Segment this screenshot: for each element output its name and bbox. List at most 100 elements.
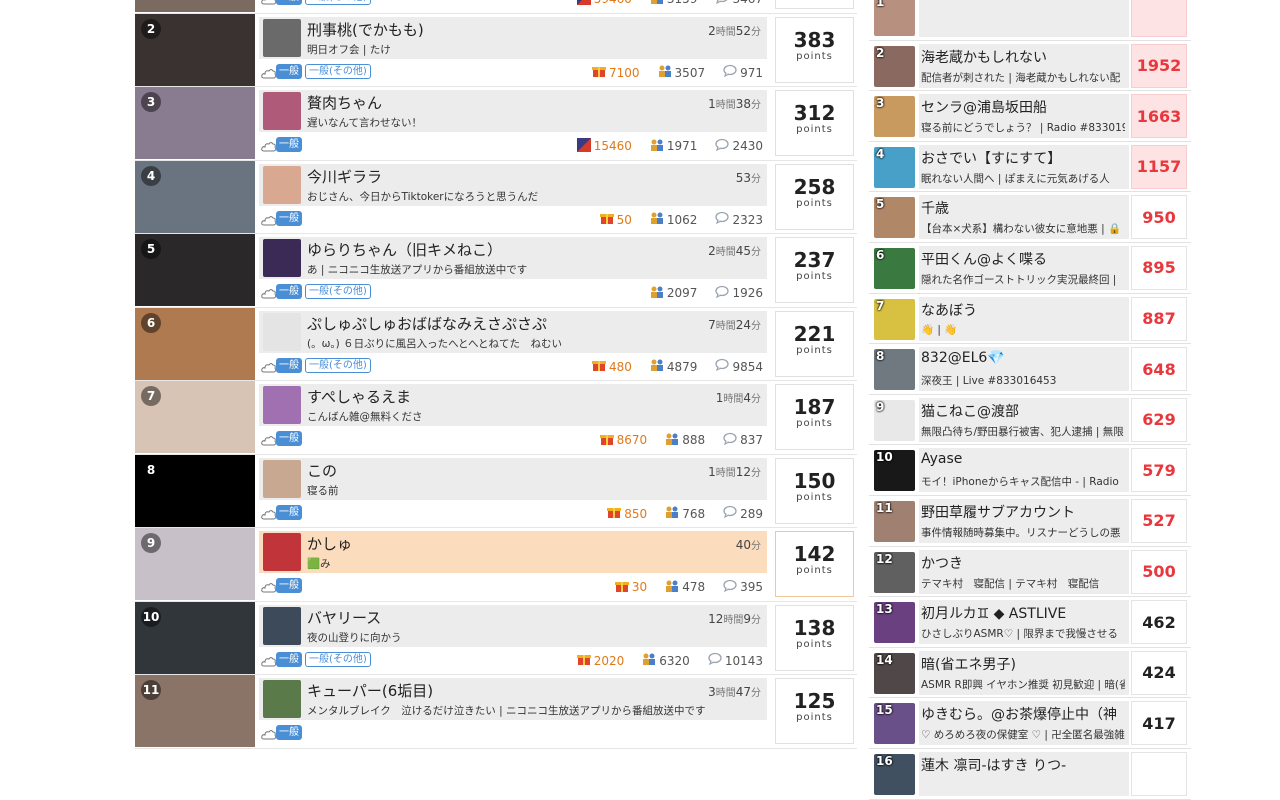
broadcaster-name[interactable]: すぺしゃるえま xyxy=(307,386,411,407)
side-broadcaster-name[interactable]: 832@EL6💎 xyxy=(921,350,1005,366)
side-ranking-row[interactable]: 9 猫こねこ@渡部 無限凸待ち/野田暴行被害、犯人逮捕 | 無限 629 xyxy=(869,395,1191,446)
broadcaster-name[interactable]: ぷしゅぷしゅおばばなみえさぷさぷ xyxy=(307,313,547,334)
broadcaster-name[interactable]: 今川ギララ xyxy=(307,166,382,187)
broadcaster-avatar[interactable] xyxy=(263,18,301,57)
stream-card[interactable]: 一般一般(その他) 59460 3159 3467 xyxy=(259,0,767,9)
category-tag-general[interactable]: 一般 xyxy=(276,504,302,520)
side-ranking-row[interactable]: 15 ゆきむら。@お茶爆停止中（神 ♡ めろめろ夜の保健室 ♡ | 卍全匿名最強雑 4… xyxy=(869,698,1191,749)
side-broadcaster-name[interactable]: 海老蔵かもしれない xyxy=(921,47,1047,67)
stream-card[interactable]: バヤリース 夜の山登りに向かう 12時間9分 一般 一般(その他) 2020 6320 101… xyxy=(259,604,767,671)
side-ranking-row[interactable]: 3 センラ@浦島坂田船 寝る前にどうでしょう？ | Radio #833019 166… xyxy=(869,91,1191,142)
side-broadcaster-name[interactable]: 野田草履サブアカウント xyxy=(921,502,1075,522)
stream-row[interactable]: 10 バヤリース 夜の山登りに向かう 12時間9分 一般 一般(その他) 2020 6320 1… xyxy=(135,601,857,675)
side-ranking-row[interactable]: 6 平田くん@よく喋る 隠れた名作ゴーストトリック実況最終回 | 895 xyxy=(869,243,1191,294)
category-tag-other[interactable]: 一般(その他) xyxy=(305,357,371,373)
stream-row[interactable]: 6 ぷしゅぷしゅおばばなみえさぷさぷ (。ω。) ６日ぶりに風呂入ったへとへとねてた… xyxy=(135,307,857,381)
side-broadcaster-name[interactable]: 暗(省エネ男子) xyxy=(921,654,1016,674)
broadcaster-name[interactable]: 刑事桃(でかもも) xyxy=(307,19,424,40)
category-tag-general[interactable]: 一般 xyxy=(276,63,302,79)
stream-thumbnail[interactable]: 10 xyxy=(135,601,255,674)
stream-row[interactable]: 3 贅肉ちゃん 遅いなんて言わせない！ 1時間38分 一般 15460 1971 2430 31… xyxy=(135,87,857,161)
stream-row[interactable]: 11 キューパー(6垢目) メンタルブレイク 泣けるだけ泣きたい | ニコニコ生放送… xyxy=(135,675,857,749)
side-broadcaster-name[interactable]: 平田くん@よく喋る xyxy=(921,249,1047,269)
side-broadcaster-name[interactable]: おさでい【すにすて】 xyxy=(921,148,1061,168)
broadcaster-avatar[interactable] xyxy=(263,459,301,498)
category-tag-general[interactable]: 一般 xyxy=(276,725,302,740)
side-ranking-row[interactable]: 7 なあぼう 👋 | 👋 887 xyxy=(869,294,1191,345)
stream-thumbnail[interactable]: 9 xyxy=(135,528,255,600)
side-ranking-row[interactable]: 5 千歳 【台本×犬系】構わない彼女に意地悪 | 🔒 950 xyxy=(869,192,1191,243)
broadcaster-avatar[interactable] xyxy=(263,680,301,718)
side-ranking-row[interactable]: 14 暗(省エネ男子) ASMR R即興 イヤホン推奨 初見歓迎 | 暗(省 424 xyxy=(869,648,1191,699)
side-ranking-row[interactable]: 4 おさでい【すにすて】 眠れない人間へ | ぽまえに元気あげる人 1157 xyxy=(869,142,1191,193)
side-broadcaster-name[interactable]: 猫こねこ@渡部 xyxy=(921,401,1019,421)
category-tag-general[interactable]: 一般 xyxy=(276,284,302,299)
broadcaster-avatar[interactable] xyxy=(263,606,301,645)
broadcaster-name[interactable]: かしゅ xyxy=(307,533,352,554)
side-ranking-row[interactable]: 10 Ayase モイ！iPhoneからキャス配信中 - | Radio 579 xyxy=(869,445,1191,496)
stream-row[interactable]: 1 一般一般(その他) 59460 3159 3467 xyxy=(135,0,857,14)
side-broadcaster-name[interactable]: 初月ルカ♊ ◆ ASTLIVE xyxy=(921,603,1066,623)
side-ranking-row[interactable]: 1 xyxy=(869,0,1191,41)
broadcaster-avatar[interactable] xyxy=(263,165,301,204)
stream-thumbnail[interactable]: 8 xyxy=(135,454,255,527)
side-broadcaster-name[interactable]: センラ@浦島坂田船 xyxy=(921,97,1047,117)
broadcaster-avatar[interactable] xyxy=(263,239,301,277)
stream-thumbnail[interactable]: 4 xyxy=(135,160,255,233)
side-ranking-row[interactable]: 2 海老蔵かもしれない 配信者が刺された | 海老蔵かもしれない配 1952 xyxy=(869,41,1191,92)
category-tag-other[interactable]: 一般(その他) xyxy=(305,63,371,79)
stream-card[interactable]: キューパー(6垢目) メンタルブレイク 泣けるだけ泣きたい | ニコニコ生放送アプ… xyxy=(259,678,767,744)
stream-row[interactable]: 4 今川ギララ おじさん、今日からTiktokerになろうと思うんだ 53分 一般 50 1… xyxy=(135,160,857,234)
stream-thumbnail[interactable]: 7 xyxy=(135,381,255,453)
stream-card[interactable]: 今川ギララ おじさん、今日からTiktokerになろうと思うんだ 53分 一般 50 10… xyxy=(259,163,767,230)
stream-card[interactable]: この 寝る前 1時間12分 一般 850 768 289 xyxy=(259,457,767,524)
stream-card[interactable]: 贅肉ちゃん 遅いなんて言わせない！ 1時間38分 一般 15460 1971 2430 xyxy=(259,90,767,156)
stream-row[interactable]: 2 刑事桃(でかもも) 明日オフ会 | たけ 2時間52分 一般 一般(その他) 7100 3… xyxy=(135,13,857,87)
broadcaster-avatar[interactable] xyxy=(263,92,301,130)
category-tag-other[interactable]: 一般(その他) xyxy=(305,0,371,5)
category-tag-general[interactable]: 一般 xyxy=(276,651,302,667)
stream-card[interactable]: かしゅ 🟩み 40分 一般 30 478 395 xyxy=(259,531,767,597)
stream-card[interactable]: ぷしゅぷしゅおばばなみえさぷさぷ (。ω。) ６日ぶりに風呂入ったへとへとねてた … xyxy=(259,310,767,377)
side-ranking-row[interactable]: 12 かつき テマキ村 寝配信 | テマキ村 寝配信 500 xyxy=(869,547,1191,598)
stream-thumbnail[interactable]: 3 xyxy=(135,87,255,159)
stream-thumbnail[interactable]: 1 xyxy=(135,0,255,12)
stream-thumbnail[interactable]: 5 xyxy=(135,234,255,306)
broadcaster-name[interactable]: 贅肉ちゃん xyxy=(307,92,382,113)
side-broadcaster-name[interactable]: ゆきむら。@お茶爆停止中（神 xyxy=(921,704,1117,724)
category-tag-general[interactable]: 一般 xyxy=(276,578,302,593)
stream-row[interactable]: 9 かしゅ 🟩み 40分 一般 30 478 395 142 points xyxy=(135,528,857,602)
stream-row[interactable]: 8 この 寝る前 1時間12分 一般 850 768 289 150 points xyxy=(135,454,857,528)
stream-row[interactable]: 7 すぺしゃるえま こんばん雑@無料くださ 1時間4分 一般 8670 888 837 187 p… xyxy=(135,381,857,455)
broadcaster-name[interactable]: ゆらりちゃん（旧キメねこ） xyxy=(307,239,502,260)
stream-row[interactable]: 5 ゆらりちゃん（旧キメねこ） あ | ニコニコ生放送アプリから番組放送中です 2時間… xyxy=(135,234,857,308)
side-broadcaster-name[interactable]: 千歳 xyxy=(921,198,949,218)
side-broadcaster-name[interactable]: なあぼう xyxy=(921,300,977,320)
stream-card[interactable]: すぺしゃるえま こんばん雑@無料くださ 1時間4分 一般 8670 888 837 xyxy=(259,384,767,450)
broadcaster-avatar[interactable] xyxy=(263,312,301,351)
side-ranking-row[interactable]: 13 初月ルカ♊ ◆ ASTLIVE ひさしぶりASMR♡ | 限界まで我慢させる 4… xyxy=(869,597,1191,648)
stream-card[interactable]: ゆらりちゃん（旧キメねこ） あ | ニコニコ生放送アプリから番組放送中です 2時間4… xyxy=(259,237,767,303)
category-tag-general[interactable]: 一般 xyxy=(276,137,302,152)
category-tag-other[interactable]: 一般(その他) xyxy=(305,284,371,299)
category-tag-other[interactable]: 一般(その他) xyxy=(305,651,371,667)
broadcaster-name[interactable]: バヤリース xyxy=(307,607,381,628)
side-broadcaster-name[interactable]: かつき xyxy=(921,553,963,573)
broadcaster-avatar[interactable] xyxy=(263,533,301,571)
category-tag-general[interactable]: 一般 xyxy=(276,431,302,446)
stream-card[interactable]: 刑事桃(でかもも) 明日オフ会 | たけ 2時間52分 一般 一般(その他) 7100 35… xyxy=(259,16,767,83)
side-ranking-row[interactable]: 11 野田草履サブアカウント 事件情報随時募集中。リスナーどうしの悪 527 xyxy=(869,496,1191,547)
category-tag-general[interactable]: 一般 xyxy=(276,357,302,373)
category-tag-general[interactable]: 一般 xyxy=(276,210,302,226)
category-tag-general[interactable]: 一般 xyxy=(276,0,302,5)
side-broadcaster-name[interactable]: Ayase xyxy=(921,451,962,467)
side-ranking-row[interactable]: 16 蓮木 凛司-はすき りつ- xyxy=(869,749,1191,800)
stream-thumbnail[interactable]: 6 xyxy=(135,307,255,380)
stream-thumbnail[interactable]: 11 xyxy=(135,675,255,747)
side-broadcaster-name[interactable]: 蓮木 凛司-はすき りつ- xyxy=(921,755,1066,775)
broadcaster-name[interactable]: この xyxy=(307,460,337,481)
side-ranking-row[interactable]: 8 832@EL6💎 深夜王 | Live #833016453 648 xyxy=(869,344,1191,395)
broadcaster-name[interactable]: キューパー(6垢目) xyxy=(307,680,433,701)
stream-thumbnail[interactable]: 2 xyxy=(135,13,255,86)
broadcaster-avatar[interactable] xyxy=(263,386,301,424)
